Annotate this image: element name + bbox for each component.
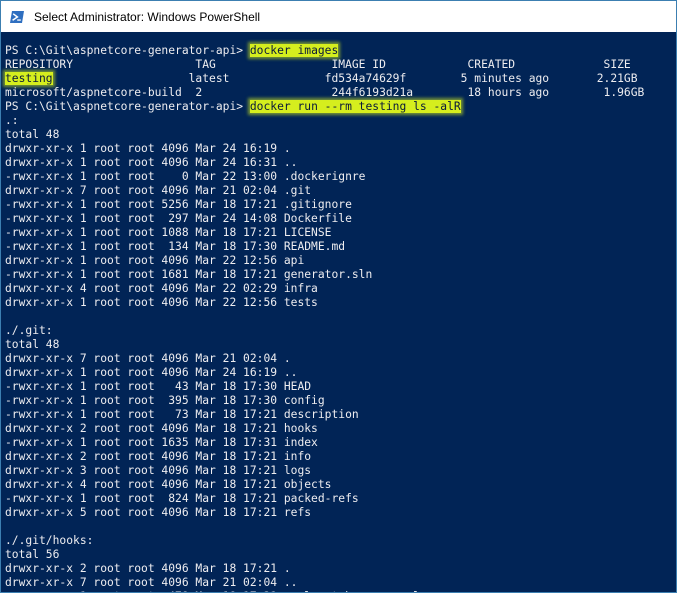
output-line: drwxr-xr-x 1 root root 4096 Mar 24 16:19…: [5, 142, 291, 155]
output-line: -rwxr-xr-x 1 root root 297 Mar 24 14:08 …: [5, 212, 352, 225]
output-line: drwxr-xr-x 5 root root 4096 Mar 18 17:21…: [5, 506, 312, 519]
output-line: -rwxr-xr-x 1 root root 824 Mar 18 17:21 …: [5, 492, 359, 505]
prompt-line: PS C:\Git\aspnetcore-generator-api> dock…: [5, 100, 676, 114]
title-bar[interactable]: Select Administrator: Windows PowerShell: [1, 1, 676, 32]
console-area[interactable]: PS C:\Git\aspnetcore-generator-api> dock…: [1, 32, 676, 592]
output-line: ./.git:: [5, 324, 53, 337]
command-docker-run: docker run --rm testing ls -alR: [249, 100, 461, 113]
output-line: -rwxr-xr-x 1 root root 1088 Mar 18 17:21…: [5, 226, 332, 239]
output-line: -rwxr-xr-x 1 root root 73 Mar 18 17:21 d…: [5, 408, 359, 421]
window-title: Select Administrator: Windows PowerShell: [34, 9, 261, 24]
output-line: -rwxr-xr-x 1 root root 134 Mar 18 17:30 …: [5, 240, 346, 253]
image-row-details: latest fd534a74629f 5 minutes ago 2.21GB: [52, 72, 638, 85]
output-line: -rwxr-xr-x 1 root root 478 Mar 18 17:21 …: [5, 590, 676, 592]
output-line: drwxr-xr-x 2 root root 4096 Mar 18 17:21…: [5, 450, 312, 463]
images-header: REPOSITORY TAG IMAGE ID CREATED SIZE: [5, 58, 631, 71]
image-row: testing latest fd534a74629f 5 minutes ag…: [5, 72, 676, 86]
prompt: PS C:\Git\aspnetcore-generator-api>: [5, 100, 250, 113]
output-line: -rwxr-xr-x 1 root root 1635 Mar 18 17:31…: [5, 436, 318, 449]
output-line: -rwxr-xr-x 1 root root 0 Mar 22 13:00 .d…: [5, 170, 366, 183]
powershell-icon: [10, 10, 24, 23]
output-line: total 48: [5, 128, 60, 141]
output-line: -rwxr-xr-x 1 root root 43 Mar 18 17:30 H…: [5, 380, 312, 393]
powershell-window: Select Administrator: Windows PowerShell…: [0, 0, 677, 593]
image-row: microsoft/aspnetcore-build 2 244f6193d21…: [5, 86, 645, 99]
output-line: drwxr-xr-x 1 root root 4096 Mar 22 12:56…: [5, 254, 305, 267]
image-name-testing: testing: [5, 72, 53, 85]
output-line: total 56: [5, 548, 60, 561]
console-output: PS C:\Git\aspnetcore-generator-api> dock…: [5, 44, 676, 592]
output-line: total 48: [5, 338, 60, 351]
output-line: drwxr-xr-x 1 root root 4096 Mar 24 16:19…: [5, 366, 298, 379]
listing-output: .: total 48 drwxr-xr-x 1 root root 4096 Ma…: [5, 114, 676, 592]
output-line: drwxr-xr-x 3 root root 4096 Mar 18 17:21…: [5, 464, 312, 477]
output-line: drwxr-xr-x 7 root root 4096 Mar 21 02:04…: [5, 576, 298, 589]
output-line: -rwxr-xr-x 1 root root 1681 Mar 18 17:21…: [5, 268, 373, 281]
output-line: -rwxr-xr-x 1 root root 5256 Mar 18 17:21…: [5, 198, 352, 211]
output-line: .:: [5, 114, 19, 127]
output-line: drwxr-xr-x 7 root root 4096 Mar 21 02:04…: [5, 184, 312, 197]
output-line: drwxr-xr-x 2 root root 4096 Mar 18 17:21…: [5, 562, 291, 575]
prompt: PS C:\Git\aspnetcore-generator-api>: [5, 44, 250, 57]
output-line: drwxr-xr-x 1 root root 4096 Mar 22 12:56…: [5, 296, 318, 309]
output-line: -rwxr-xr-x 1 root root 395 Mar 18 17:30 …: [5, 394, 325, 407]
output-line: drwxr-xr-x 2 root root 4096 Mar 18 17:21…: [5, 422, 318, 435]
output-line: drwxr-xr-x 4 root root 4096 Mar 18 17:21…: [5, 478, 332, 491]
command-docker-images: docker images: [249, 44, 339, 57]
output-line: ./.git/hooks:: [5, 534, 94, 547]
prompt-line: PS C:\Git\aspnetcore-generator-api> dock…: [5, 44, 676, 58]
output-line: drwxr-xr-x 1 root root 4096 Mar 24 16:31…: [5, 156, 298, 169]
output-line: drwxr-xr-x 4 root root 4096 Mar 22 02:29…: [5, 282, 318, 295]
output-line: drwxr-xr-x 7 root root 4096 Mar 21 02:04…: [5, 352, 291, 365]
